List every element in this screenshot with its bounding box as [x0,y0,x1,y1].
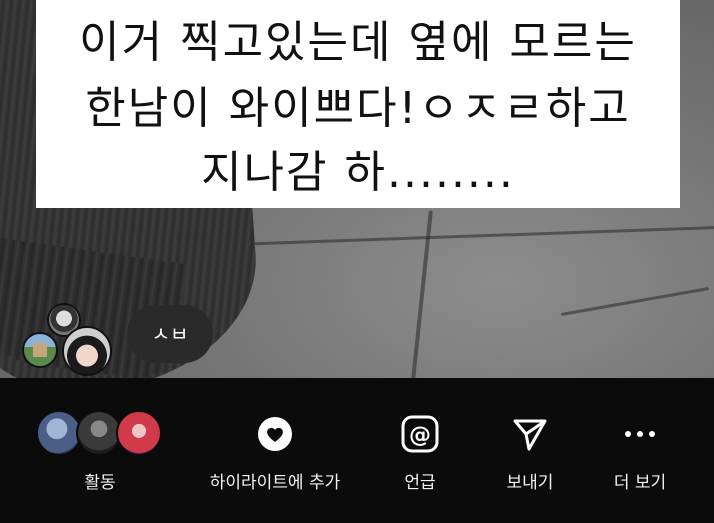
add-highlight-button[interactable]: 하이라이트에 추가 [195,378,355,523]
mention-label: 언급 [404,473,436,493]
svg-text:@: @ [409,423,431,448]
heart-icon [258,417,292,451]
paper-plane-icon [513,419,547,451]
at-sign-icon: @ [401,415,439,453]
avatar [62,326,112,376]
avatar [22,332,58,368]
reply-bubble[interactable]: ㅅㅂ [127,305,213,363]
more-label: 더 보기 [613,473,667,493]
more-button[interactable]: 더 보기 [600,378,680,523]
caption-line-1: 이거 찍고있는데 옆에 모르는 [79,17,637,68]
caption-line-3: 지나감 하........ [201,147,515,198]
more-dots-icon [625,431,655,437]
pavement-line [200,225,714,248]
send-button[interactable]: 보내기 [490,378,570,523]
activity-button[interactable]: 활동 [20,378,180,523]
activity-label: 활동 [84,473,116,493]
avatar [116,410,162,456]
story-action-bar: 활동 하이라이트에 추가 @ 언급 보내기 더 보기 [0,378,714,523]
mention-button[interactable]: @ 언급 [380,378,460,523]
caption-line-2: 한남이 와이쁘다!ㅇㅈㄹ하고 [85,83,631,134]
story-caption: 이거 찍고있는데 옆에 모르는 한남이 와이쁘다!ㅇㅈㄹ하고 지나감 하....… [36,0,680,208]
send-label: 보내기 [506,473,554,493]
highlight-label: 하이라이트에 추가 [209,473,341,493]
story-photo: 이거 찍고있는데 옆에 모르는 한남이 와이쁘다!ㅇㅈㄹ하고 지나감 하....… [0,0,714,378]
pavement-line [560,286,710,317]
